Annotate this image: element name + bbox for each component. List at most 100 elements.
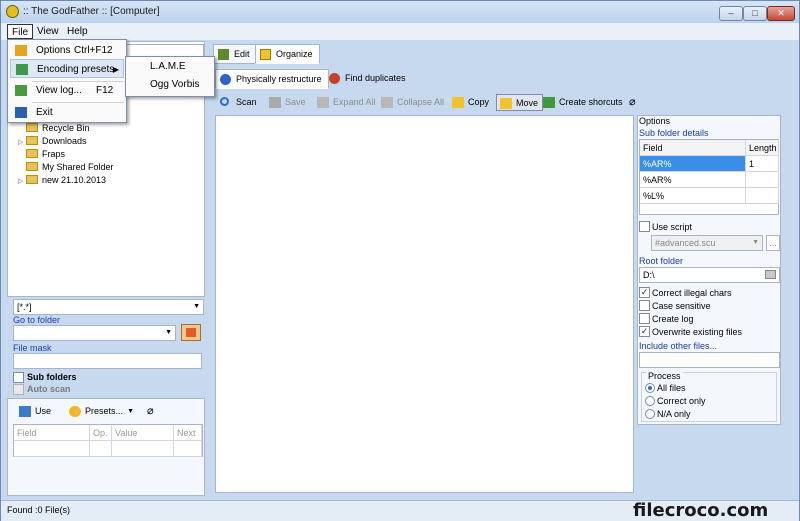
duplicates-icon [329, 73, 340, 84]
tab-organize[interactable]: Organize [255, 44, 320, 64]
na-only-label: N/A only [657, 409, 691, 419]
exit-icon [15, 107, 27, 118]
presets-button[interactable]: Presets... ▼ [66, 403, 137, 420]
chevron-down-icon: ▼ [752, 239, 759, 246]
expand-all-button[interactable]: Expand All [314, 94, 380, 111]
correct-only-label: Correct only [657, 396, 706, 406]
folder-icon [26, 175, 38, 184]
tree-item-new-folder[interactable]: ▷ new 21.10.2013 [18, 174, 106, 187]
clear-list-button[interactable]: ⌀ [627, 94, 643, 111]
move-button[interactable]: Move [496, 94, 544, 111]
minimize-button[interactable]: – [719, 6, 743, 21]
window-title: :: The GodFather :: [Computer] [23, 6, 160, 17]
tab-edit[interactable]: Edit [213, 44, 257, 64]
maximize-button[interactable]: □ [743, 6, 767, 21]
expand-icon[interactable]: ▷ [18, 175, 26, 188]
script-select[interactable]: #advanced.scu ▼ [651, 235, 763, 251]
menu-ogg-vorbis[interactable]: Ogg Vorbis [150, 79, 199, 90]
use-script-label: Use script [652, 222, 693, 232]
file-mask-input[interactable] [13, 353, 202, 369]
magnifier-icon [220, 97, 229, 106]
auto-scan-checkbox[interactable] [13, 384, 24, 395]
main-window: :: The GodFather :: [Computer] – □ ✕ Fil… [0, 0, 800, 521]
grid-row-field-selected[interactable]: %AR% [640, 156, 746, 172]
folder-icon[interactable] [765, 270, 776, 279]
organize-icon [260, 49, 271, 60]
chevron-down-icon: ▼ [193, 303, 200, 310]
options-icon [15, 45, 27, 56]
copy-button[interactable]: Copy [449, 94, 493, 111]
restructure-icon [220, 74, 231, 85]
watermark-logo: filecroco.com [633, 500, 769, 521]
status-bar: Found :0 File(s) filecroco.com [1, 500, 799, 521]
menu-exit[interactable]: Exit [10, 103, 124, 122]
all-files-radio[interactable] [645, 383, 655, 393]
go-to-folder-input[interactable]: ▼ [13, 325, 176, 341]
correct-illegal-checkbox[interactable]: ✓ [639, 287, 650, 298]
folder-icon [26, 162, 38, 171]
chevron-down-icon: ▼ [127, 408, 135, 415]
menu-view[interactable]: View [33, 24, 63, 39]
grid-row-field[interactable]: %L% [640, 188, 746, 204]
expand-icon[interactable]: ▷ [18, 136, 26, 149]
create-log-checkbox[interactable] [639, 313, 650, 324]
collapse-all-button[interactable]: Collapse All [378, 94, 448, 111]
script-browse-button[interactable]: ... [766, 235, 780, 251]
use-button[interactable]: Use [16, 403, 55, 420]
include-other-files-input[interactable] [639, 352, 780, 368]
mask-grid: Field Op. Value Next [13, 424, 203, 457]
clear-button[interactable]: ⌀ [144, 403, 162, 420]
use-icon [19, 406, 31, 417]
scan-button[interactable]: Scan [217, 94, 261, 111]
tree-item-my-shared-folder[interactable]: My Shared Folder [26, 161, 114, 174]
close-button[interactable]: ✕ [767, 6, 795, 21]
grid-row-field[interactable]: %AR% [640, 172, 746, 188]
grid-cell[interactable] [174, 441, 202, 457]
save-button[interactable]: Save [266, 94, 310, 111]
browse-folder-button[interactable] [181, 324, 201, 341]
tab-physically-restructure[interactable]: Physically restructure [215, 69, 329, 89]
use-script-checkbox[interactable] [639, 221, 650, 232]
na-only-radio[interactable] [645, 409, 655, 419]
menu-encoding-presets[interactable]: Encoding presets ▶ [10, 59, 124, 78]
encoding-icon [16, 64, 28, 75]
menu-help[interactable]: Help [63, 24, 92, 39]
case-sensitive-checkbox[interactable] [639, 300, 650, 311]
sub-folders-checkbox[interactable] [13, 372, 24, 383]
grid-cell[interactable] [90, 441, 112, 457]
view-log-shortcut: F12 [96, 85, 114, 96]
create-shortcuts-button[interactable]: Create shorcuts [540, 94, 627, 111]
menu-view-log[interactable]: View log... F12 [10, 81, 124, 100]
grid-cell[interactable] [112, 441, 174, 457]
folder-icon [26, 149, 38, 158]
grid-cell[interactable] [14, 441, 90, 457]
sub-folder-details-label: Sub folder details [639, 128, 709, 138]
tree-item-fraps[interactable]: Fraps [26, 148, 65, 161]
menu-lame[interactable]: L.A.M.E [150, 61, 186, 72]
go-to-folder-label: Go to folder [13, 315, 61, 325]
collapse-all-icon [381, 97, 393, 108]
tree-item-downloads[interactable]: ▷ Downloads [18, 135, 87, 148]
menu-file[interactable]: File [7, 24, 34, 39]
correct-only-radio[interactable] [645, 396, 655, 406]
tab-find-duplicates[interactable]: Find duplicates [325, 69, 412, 89]
menu-options[interactable]: Options Ctrl+F12 [10, 41, 124, 60]
grid-row-length[interactable] [746, 172, 779, 188]
root-folder-input[interactable]: D:\ [639, 267, 780, 283]
chevron-down-icon: ▼ [165, 329, 172, 336]
filter-select[interactable]: [*.*] ▼ [13, 299, 204, 315]
sub-folder-grid: Field Length %AR% 1 %AR% %L% [639, 139, 779, 215]
grid-row-length[interactable]: 1 [746, 156, 779, 172]
title-bar: :: The GodFather :: [Computer] – □ ✕ [1, 1, 799, 23]
menu-bar: File View Help [1, 23, 799, 40]
recycle-bin-icon [26, 123, 38, 132]
grid-header-next: Next [174, 425, 202, 441]
star-icon [69, 406, 81, 417]
grid-header-op: Op. [90, 425, 112, 441]
folder-icon [26, 136, 38, 145]
include-other-files-link[interactable]: Include other files... [639, 341, 717, 351]
grid-row-length[interactable] [746, 188, 779, 204]
results-list[interactable] [215, 115, 634, 493]
tree-item-recycle-bin[interactable]: Recycle Bin [26, 122, 90, 135]
overwrite-checkbox[interactable]: ✓ [639, 326, 650, 337]
